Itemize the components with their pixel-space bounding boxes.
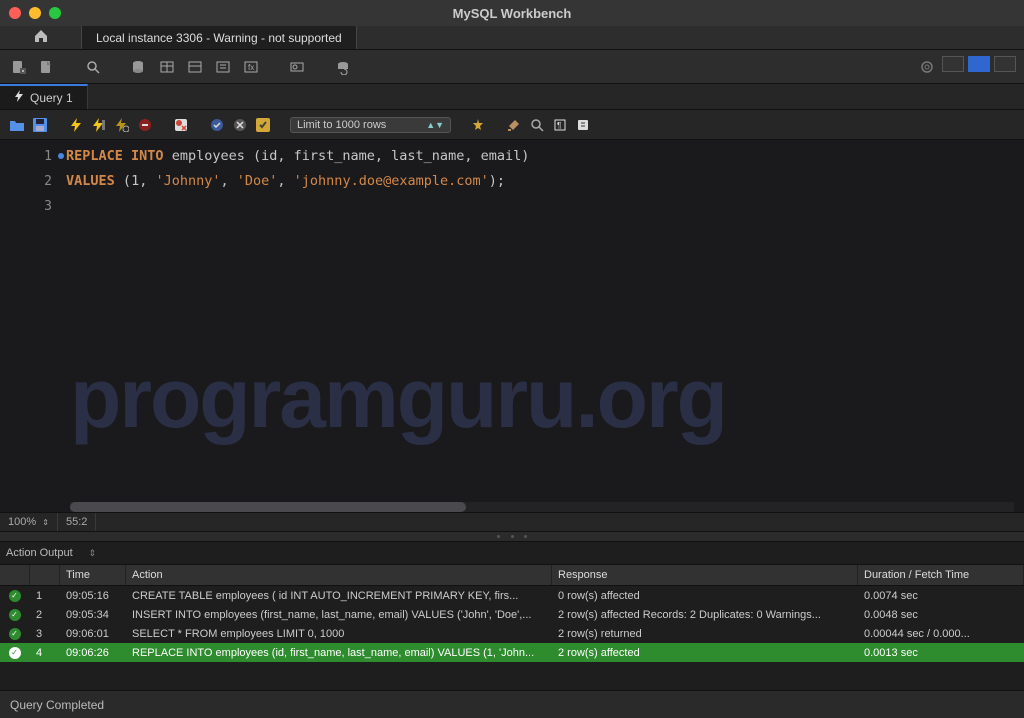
connection-tab[interactable]: Local instance 3306 - Warning - not supp… [82,26,357,49]
execute-current-icon[interactable] [90,116,108,134]
row-action: CREATE TABLE employees ( id INT AUTO_INC… [126,586,552,605]
zoom-level[interactable]: 100% ⇕ [0,513,58,531]
row-action: SELECT * FROM employees LIMIT 0, 1000 [126,624,552,643]
row-time: 09:05:34 [60,605,126,624]
line-gutter: 1 2 3 [0,140,60,512]
connection-tab-label: Local instance 3306 - Warning - not supp… [96,31,342,45]
row-time: 09:05:16 [60,586,126,605]
find-icon[interactable] [286,56,308,78]
row-duration: 0.0013 sec [858,643,1024,662]
output-mode-select[interactable]: Action Output [6,547,73,559]
row-duration: 0.0074 sec [858,586,1024,605]
inspector-icon[interactable] [82,56,104,78]
query-tab[interactable]: Query 1 [0,84,88,109]
horizontal-scrollbar[interactable] [70,502,1014,512]
success-icon: ✓ [9,628,21,640]
lightning-icon [14,90,24,105]
query-tabs: Query 1 [0,84,1024,110]
create-view-icon[interactable] [184,56,206,78]
snippets-icon[interactable] [574,116,592,134]
col-action[interactable]: Action [126,565,552,585]
row-duration: 0.0048 sec [858,605,1024,624]
create-function-icon[interactable]: fx [240,56,262,78]
cursor-position: 55:2 [58,513,96,531]
success-icon: ✓ [9,647,21,659]
home-icon [33,29,49,46]
editor-status-bar: 100% ⇕ 55:2 [0,512,1024,532]
dropdown-icon: ⇕ [42,518,49,527]
home-tab[interactable] [0,26,82,49]
row-time: 09:06:26 [60,643,126,662]
row-index: 1 [30,586,60,605]
execute-icon[interactable] [67,116,85,134]
open-sql-file-icon[interactable] [36,56,58,78]
output-panel-header: Action Output ⇕ [0,542,1024,564]
stop-icon[interactable] [136,116,154,134]
limit-rows-select[interactable]: Limit to 1000 rows ▲▼ [290,117,451,133]
limit-rows-label: Limit to 1000 rows [297,119,386,131]
wrap-icon[interactable]: ¶ [551,116,569,134]
success-icon: ✓ [9,590,21,602]
connection-tabbar: Local instance 3306 - Warning - not supp… [0,26,1024,50]
output-row[interactable]: ✓ 409:06:26REPLACE INTO employees (id, fi… [0,643,1024,662]
toggle-sidebar-right[interactable] [994,56,1016,72]
new-sql-tab-icon[interactable] [8,56,30,78]
row-duration: 0.00044 sec / 0.000... [858,624,1024,643]
row-response: 2 row(s) affected [552,643,858,662]
output-row[interactable]: ✓ 309:06:01SELECT * FROM employees LIMIT … [0,624,1024,643]
editor-toolbar: Limit to 1000 rows ▲▼ ¶ [0,110,1024,140]
toggle-invisible-icon[interactable] [528,116,546,134]
code-content[interactable]: REPLACE INTO employees (id, first_name, … [60,140,1024,512]
dropdown-icon: ⇕ [89,548,97,559]
save-file-icon[interactable] [31,116,49,134]
success-icon: ✓ [9,609,21,621]
beautify-icon[interactable] [469,116,487,134]
main-toolbar: fx [0,50,1024,84]
col-duration[interactable]: Duration / Fetch Time [858,565,1024,585]
autocommit-icon[interactable] [254,116,272,134]
commit-icon[interactable] [208,116,226,134]
settings-icon[interactable] [916,56,938,78]
row-index: 3 [30,624,60,643]
row-action: REPLACE INTO employees (id, first_name, … [126,643,552,662]
row-response: 2 row(s) returned [552,624,858,643]
status-bar: Query Completed [0,690,1024,718]
create-procedure-icon[interactable] [212,56,234,78]
titlebar: MySQL Workbench [0,0,1024,26]
row-action: INSERT INTO employees (first_name, last_… [126,605,552,624]
find-replace-icon[interactable] [505,116,523,134]
col-response[interactable]: Response [552,565,858,585]
create-schema-icon[interactable] [128,56,150,78]
svg-text:¶: ¶ [557,121,561,130]
dropdown-arrows-icon: ▲▼ [426,120,444,130]
status-message: Query Completed [10,698,104,712]
toggle-sidebar-left[interactable] [942,56,964,72]
stop-on-error-icon[interactable] [172,116,190,134]
row-response: 2 row(s) affected Records: 2 Duplicates:… [552,605,858,624]
row-response: 0 row(s) affected [552,586,858,605]
window-title: MySQL Workbench [0,6,1024,21]
open-file-icon[interactable] [8,116,26,134]
toggle-output-panel[interactable] [968,56,990,72]
reconnect-icon[interactable] [332,56,354,78]
row-time: 09:06:01 [60,624,126,643]
output-table: Time Action Response Duration / Fetch Ti… [0,564,1024,662]
output-row[interactable]: ✓ 209:05:34INSERT INTO employees (first_n… [0,605,1024,624]
query-tab-label: Query 1 [30,91,73,105]
rollback-icon[interactable] [231,116,249,134]
row-index: 4 [30,643,60,662]
sql-editor[interactable]: 1 2 3 REPLACE INTO employees (id, first_… [0,140,1024,512]
explain-icon[interactable] [113,116,131,134]
output-table-header: Time Action Response Duration / Fetch Ti… [0,564,1024,586]
panel-splitter[interactable] [0,532,1024,542]
output-row[interactable]: ✓ 109:05:16CREATE TABLE employees ( id IN… [0,586,1024,605]
create-table-icon[interactable] [156,56,178,78]
col-time[interactable]: Time [60,565,126,585]
scrollbar-thumb[interactable] [70,502,466,512]
row-index: 2 [30,605,60,624]
svg-text:fx: fx [248,63,254,72]
